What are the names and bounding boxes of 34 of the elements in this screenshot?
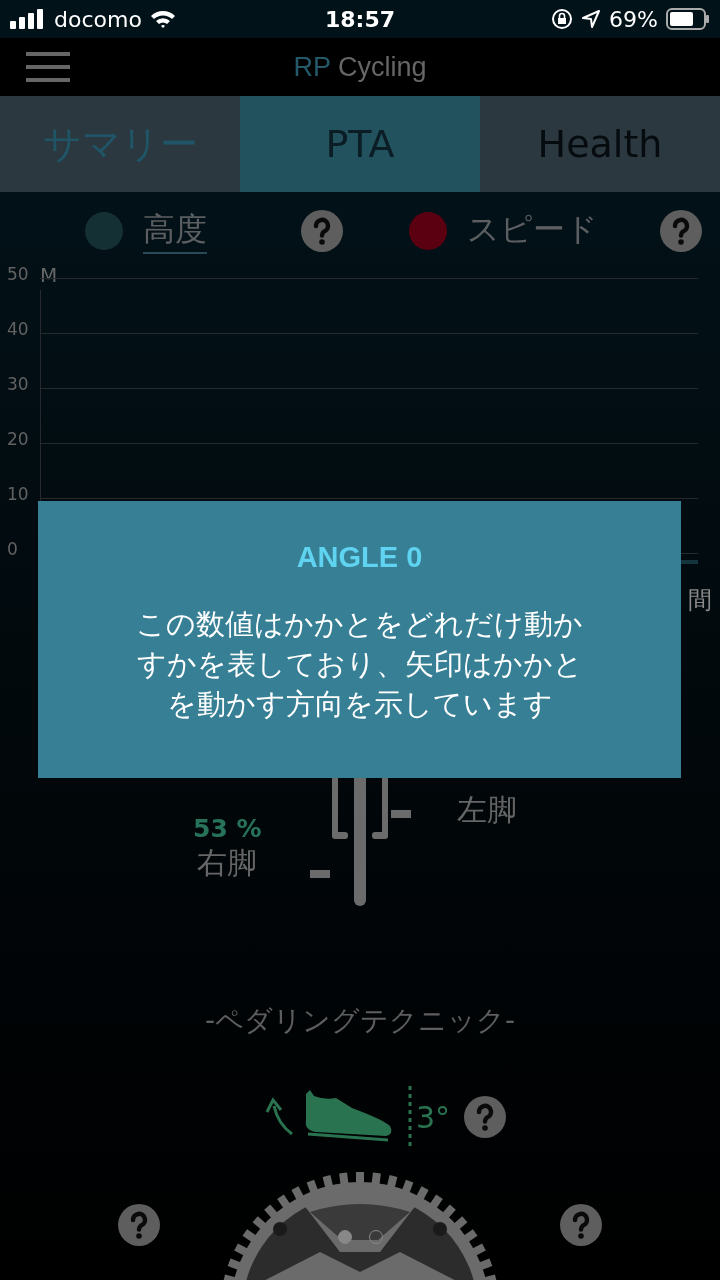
- app-title: Cycling: [338, 51, 427, 83]
- legend-label[interactable]: 高度: [143, 208, 207, 254]
- popup-title: ANGLE 0: [296, 541, 423, 574]
- axis-label: 10: [7, 484, 29, 504]
- axis-label: 20: [7, 429, 29, 449]
- popup-message: この数値はかかとをどれだけ動かすかを表しており、矢印はかかとを動かす方向を示しています: [135, 606, 584, 723]
- wifi-icon: [149, 9, 176, 29]
- help-icon[interactable]: [660, 210, 702, 252]
- menu-icon[interactable]: [26, 52, 70, 82]
- location-arrow-icon: [581, 9, 602, 29]
- battery-percent: 69%: [609, 6, 658, 32]
- rotation-lock-icon: [551, 8, 574, 30]
- section-title: -ペダリングテクニック-: [204, 1003, 516, 1039]
- angle-value: 3°: [415, 1099, 451, 1135]
- leg-label: 左脚: [457, 791, 517, 829]
- help-icon[interactable]: [560, 1204, 602, 1246]
- app-title-prefix: RP: [293, 51, 331, 83]
- signal-icon: [10, 9, 46, 29]
- axis-label: 0: [7, 539, 18, 559]
- axis-label: 40: [7, 319, 29, 339]
- tab[interactable]: PTA: [240, 96, 480, 192]
- axis-label: 50: [7, 264, 29, 284]
- legend-label[interactable]: スピード: [467, 208, 598, 254]
- vertical-guide-line: [407, 1086, 412, 1148]
- battery-icon: [666, 8, 710, 30]
- help-icon[interactable]: [118, 1204, 160, 1246]
- help-icon[interactable]: [301, 210, 343, 252]
- axis-label: 30: [7, 374, 29, 394]
- help-icon[interactable]: [464, 1096, 507, 1138]
- axis-label: 間: [688, 585, 712, 616]
- leg-label: 右脚: [197, 844, 258, 882]
- carrier-name: docomo: [54, 6, 142, 32]
- balance-value: 53 %: [193, 814, 262, 843]
- clock-time: 18:57: [324, 6, 396, 32]
